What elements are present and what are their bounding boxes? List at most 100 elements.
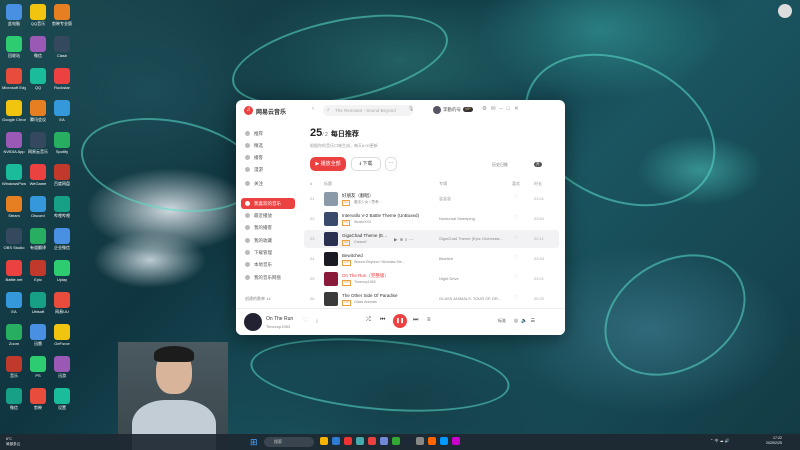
desktop-icon[interactable]: Zoom [2, 324, 26, 352]
download-icon[interactable]: ⭳ [316, 317, 318, 327]
desktop-icon[interactable]: QQ [26, 68, 50, 96]
desktop-icon[interactable]: 剪映 [26, 388, 50, 416]
username[interactable]: 李勤的号 [443, 107, 461, 113]
desktop-icon[interactable]: Rockstar [50, 68, 74, 96]
search-input[interactable]: ⌕ The Remnant - Sound Beyond [323, 105, 413, 116]
desktop-icon[interactable]: 有道翻译 [26, 228, 50, 256]
sidebar-playlists-header[interactable]: 创建的歌单 14 [245, 296, 271, 302]
desktop-icon[interactable]: 回收站 [2, 36, 26, 64]
track-artist[interactable]: Caravel [354, 240, 366, 244]
chrome-icon[interactable] [344, 437, 352, 445]
table-row[interactable]: 02 Intervallo V-2 Battle Theme (UnBoxed) S… [304, 210, 559, 228]
desktop-icon[interactable]: Ubisoft [26, 292, 50, 320]
desktop-icon[interactable]: EA [50, 100, 74, 128]
sidebar-item[interactable]: 精选 [241, 140, 295, 151]
sidebar-item[interactable]: 本地音乐 [241, 259, 295, 270]
history-link[interactable]: 历史日推 [492, 162, 508, 168]
sidebar-item[interactable]: 播客 [241, 152, 295, 163]
sidebar-item[interactable]: 关注 [241, 178, 295, 189]
desktop-icon[interactable]: 音乐 [2, 356, 26, 384]
netease-music-icon[interactable] [368, 437, 376, 445]
steam-icon[interactable] [404, 437, 412, 445]
sidebar-item[interactable]: 漫游 [241, 164, 295, 175]
heart-icon[interactable]: ♡ [514, 195, 518, 201]
edge-icon[interactable] [332, 437, 340, 445]
track-album[interactable]: Night Drive [439, 276, 459, 281]
more-button[interactable]: ··· [385, 157, 397, 171]
track-artist[interactable]: Glass Animals [354, 300, 377, 304]
toggle-switch[interactable]: 开 [534, 162, 542, 167]
desktop-icon[interactable]: 企业微信 [50, 228, 74, 256]
desktop-icon[interactable]: 此电脑 [2, 4, 26, 32]
desktop-icon[interactable]: 微信 [26, 36, 50, 64]
desktop-icon[interactable]: WeGame [26, 164, 50, 192]
track-title[interactable]: On The Run（完整版） [342, 273, 389, 279]
heart-icon[interactable]: ♡ [514, 235, 518, 241]
sidebar-item[interactable]: 我的播客 [241, 222, 295, 233]
track-title[interactable]: Bewitched [342, 253, 363, 258]
track-title[interactable]: The Other Side Of Paradise [342, 293, 398, 298]
track-album[interactable]: Bewitch [439, 256, 453, 261]
track-album[interactable]: Nocturnal Sweeping [439, 216, 475, 221]
desktop-icon[interactable]: EA [2, 292, 26, 320]
app-icon[interactable] [440, 437, 448, 445]
desktop-icon[interactable]: NVIDIA App [2, 132, 26, 160]
download-button[interactable]: ⭳ 下载 [351, 157, 381, 171]
desktop-icon[interactable]: 设置 [50, 388, 74, 416]
table-row[interactable]: 03 GigaChad Theme (E... SQ Caravel ▶⊕⭳⋯ GigaC… [304, 230, 559, 248]
track-album[interactable]: GLASS ANIMALS: TOUR OF DR... [439, 296, 501, 301]
sidebar-item[interactable]: 最近播放 [241, 210, 295, 221]
app-icon[interactable] [452, 437, 460, 445]
heart-icon[interactable]: ♡ [514, 275, 518, 281]
taskbar-search-input[interactable]: 搜索 [264, 437, 314, 447]
wechat-icon[interactable] [392, 437, 400, 445]
desktop-icon[interactable]: 迅游 [50, 356, 74, 384]
previous-icon[interactable]: ⏮ [380, 317, 385, 324]
app-icon[interactable] [416, 437, 424, 445]
desktop-icon[interactable]: WindowsPowerShell [2, 164, 26, 192]
mic-icon[interactable]: 🎙 [408, 106, 414, 112]
notification-icon[interactable] [778, 4, 792, 18]
heart-icon[interactable]: ♡ [514, 215, 518, 221]
table-row[interactable]: 05 On The Run（完整版） VIP Timecop1983 Night Dri… [304, 270, 559, 288]
desktop-icon[interactable]: Microsoft Edge [2, 68, 26, 96]
sidebar-item[interactable]: 我的收藏 [241, 235, 295, 246]
desktop-icon[interactable]: 腾讯会议 [26, 100, 50, 128]
sidebar-item[interactable]: 我喜欢的音乐 [241, 198, 295, 209]
track-artist[interactable]: Wound Beyond / Nicholas Ste... [354, 260, 405, 264]
track-artist[interactable]: 魔法少女 / 思考... [354, 200, 382, 205]
file-explorer-icon[interactable] [320, 437, 328, 445]
quality-label[interactable]: 标准 [498, 318, 506, 324]
lyrics-icon[interactable]: ≡ [427, 317, 431, 323]
now-playing-artist[interactable]: Timecop1983 [266, 324, 290, 329]
minimize-icon[interactable]: – [500, 106, 507, 112]
desktop-icon[interactable]: OBS Studio [2, 228, 26, 256]
track-artist[interactable]: Timecop1983 [354, 280, 376, 284]
back-arrow-icon[interactable]: ‹ [312, 106, 314, 112]
desktop-icon[interactable]: Battle.net [2, 260, 26, 288]
shuffle-icon[interactable]: ⤮ [366, 317, 371, 324]
now-playing-title[interactable]: On The Run [266, 316, 293, 322]
track-album[interactable]: GigaChad Theme (Epic Orchestra... [439, 236, 503, 241]
discord-icon[interactable] [380, 437, 388, 445]
track-album[interactable]: 念念念 [439, 196, 451, 202]
desktop-icon[interactable]: Epic [26, 260, 50, 288]
like-icon[interactable]: ♡ [303, 317, 308, 324]
desktop-icon[interactable]: 网易云音乐 [26, 132, 50, 160]
desktop-icon[interactable]: Spotify [50, 132, 74, 160]
heart-icon[interactable]: ♡ [514, 255, 518, 261]
sidebar-item[interactable]: 推荐 [241, 128, 295, 139]
next-icon[interactable]: ⏭ [413, 317, 418, 324]
weather-widget[interactable]: 6°C 局部多云 [6, 437, 20, 446]
track-artist[interactable]: StudioXXX [354, 220, 371, 224]
desktop-icon[interactable]: 迅雷 [26, 324, 50, 352]
table-row[interactable]: 01 好朋友（翻唱） SQ 魔法少女 / 思考... 念念念 ♡ 03:41 [304, 190, 559, 208]
system-tray[interactable]: ⌃ 中 ☁ 🔊 [710, 438, 730, 444]
desktop-icon[interactable]: 网易UU [50, 292, 74, 320]
track-title[interactable]: GigaChad Theme (E... [342, 233, 387, 238]
desktop-icon[interactable]: 哔哩哔哩 [50, 196, 74, 224]
play-all-button[interactable]: ▶ 播放全部 [310, 157, 346, 171]
desktop-icon[interactable]: PS [26, 356, 50, 384]
desktop-icon[interactable]: Discord [26, 196, 50, 224]
close-icon[interactable]: ✕ [514, 106, 523, 112]
